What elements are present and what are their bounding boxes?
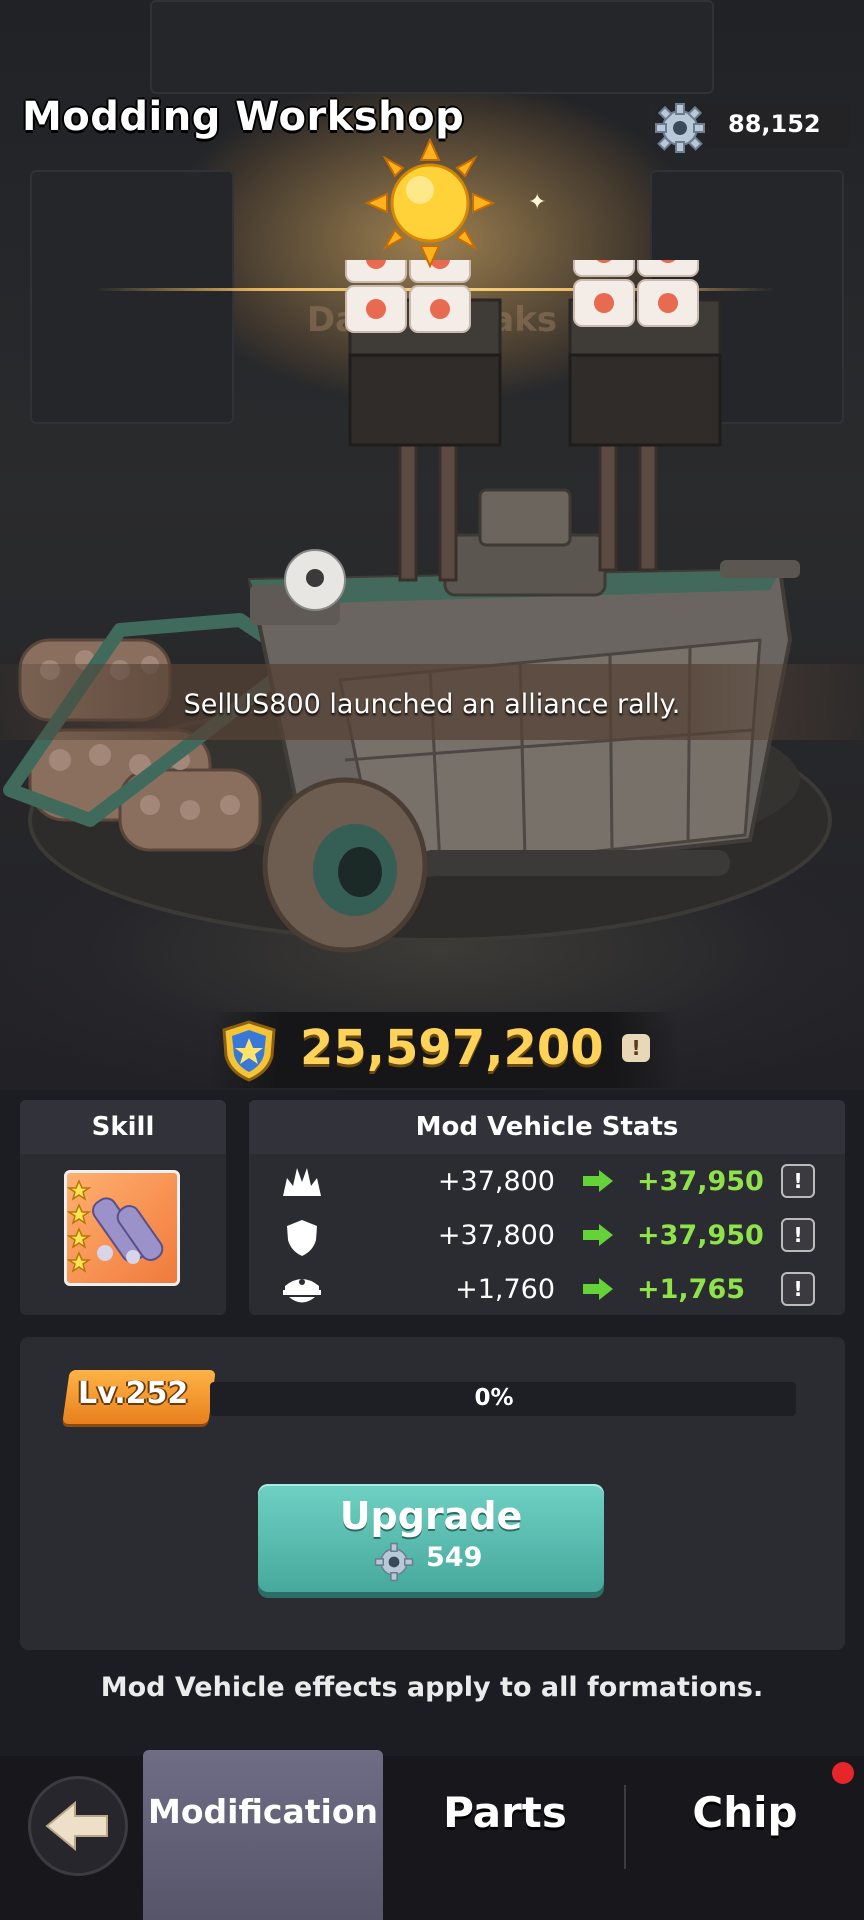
- tab-chip[interactable]: Chip: [640, 1750, 850, 1920]
- upgrade-button[interactable]: Upgrade 549: [258, 1484, 604, 1592]
- tab-modification-label: Modification: [148, 1792, 378, 1831]
- upgrade-cost-value: 549: [426, 1542, 483, 1573]
- stat-next-value: +1,765: [637, 1274, 746, 1305]
- arrow-right-icon: [583, 1224, 613, 1246]
- attack-icon: [283, 1168, 321, 1196]
- stat-info-button[interactable]: !: [781, 1218, 815, 1252]
- power-value: 25,597,200: [300, 1020, 604, 1076]
- power-info-button[interactable]: !: [622, 1034, 650, 1062]
- gear-icon: [655, 103, 705, 153]
- tab-chip-label: Chip: [692, 1788, 798, 1837]
- sparkle-icon: ✦: [528, 190, 547, 215]
- skill-title: Skill: [91, 1112, 155, 1142]
- notification-dot: [832, 1762, 854, 1784]
- stat-current-value: +1,760: [455, 1274, 555, 1305]
- power-display: 25,597,200 !: [210, 1012, 680, 1088]
- stat-current-value: +37,800: [437, 1220, 555, 1251]
- stat-row-defense: +37,800 +37,950 !: [249, 1212, 845, 1262]
- level-label: Lv.252: [78, 1376, 189, 1411]
- mod-vehicle-stats-panel: Mod Vehicle Stats +37,800 +37,950 ! +37,…: [249, 1100, 845, 1315]
- defense-icon: [287, 1220, 317, 1256]
- armored-vehicle-image: [3, 260, 832, 953]
- arrow-right-icon: [583, 1278, 613, 1300]
- wall-panel: [150, 0, 714, 94]
- stat-row-attack: +37,800 +37,950 !: [249, 1158, 845, 1208]
- stats-title: Mod Vehicle Stats: [415, 1112, 679, 1142]
- shield-icon: [222, 1020, 276, 1082]
- upgrade-label: Upgrade: [339, 1494, 523, 1538]
- footer-note: Mod Vehicle effects apply to all formati…: [100, 1672, 764, 1703]
- sun-icon: [365, 138, 495, 268]
- rally-message: SellUS800 launched an alliance rally.: [183, 689, 681, 720]
- stat-next-value: +37,950: [637, 1166, 764, 1197]
- arrow-right-icon: [583, 1170, 613, 1192]
- gear-icon: [374, 1542, 414, 1582]
- troop-icon: [283, 1279, 321, 1303]
- level-progress-bar: 0%: [210, 1382, 796, 1416]
- stat-current-value: +37,800: [437, 1166, 555, 1197]
- currency-value: 88,152: [728, 110, 821, 138]
- page-title: Modding Workshop: [22, 94, 465, 140]
- level-progress-text: 0%: [474, 1385, 514, 1411]
- stat-row-troops: +1,760 +1,765 !: [249, 1266, 845, 1316]
- stat-info-button[interactable]: !: [781, 1164, 815, 1198]
- tab-modification[interactable]: Modification: [143, 1750, 383, 1920]
- missile-skill-icon[interactable]: [64, 1170, 180, 1286]
- tab-parts-label: Parts: [443, 1788, 567, 1837]
- stat-next-value: +37,950: [637, 1220, 764, 1251]
- back-button[interactable]: [28, 1776, 128, 1876]
- stat-info-button[interactable]: !: [781, 1272, 815, 1306]
- gear-currency-counter[interactable]: 88,152: [650, 103, 850, 153]
- tab-parts[interactable]: Parts: [400, 1750, 610, 1920]
- back-arrow-icon: [45, 1800, 108, 1852]
- tab-divider: [624, 1785, 626, 1869]
- skill-panel: Skill: [20, 1100, 226, 1315]
